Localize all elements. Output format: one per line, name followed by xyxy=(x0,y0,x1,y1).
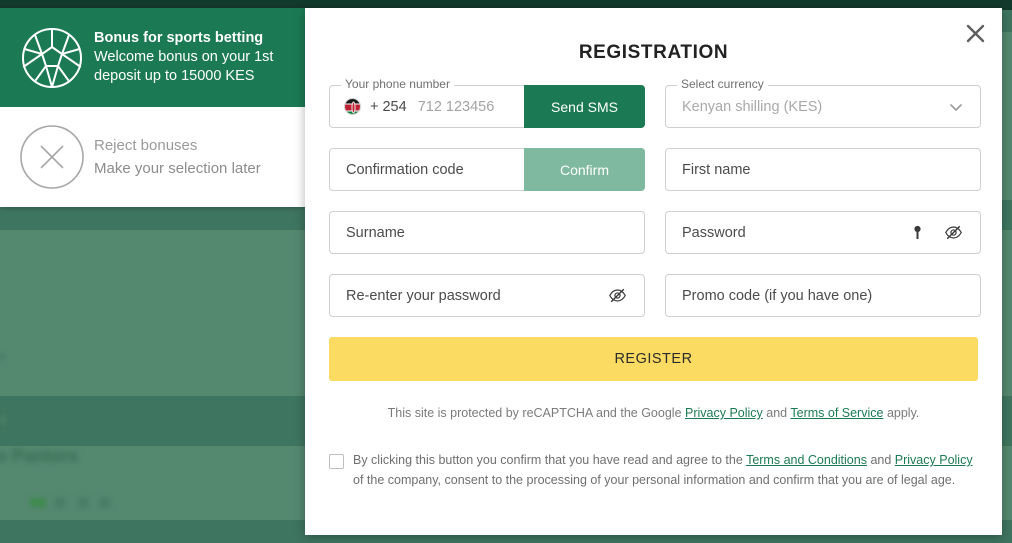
password-input[interactable]: Password xyxy=(666,225,746,241)
backdrop-chip-3 xyxy=(78,497,88,508)
backdrop-chip-5 xyxy=(0,415,6,425)
reenter-password-col: Re-enter your password xyxy=(329,274,645,317)
first-name-col: First name xyxy=(665,148,981,191)
confirmation-code-input[interactable]: Confirmation code xyxy=(330,162,464,178)
surname-field[interactable]: Surname xyxy=(329,211,645,254)
backdrop-chip-4 xyxy=(100,497,110,508)
backdrop-chip-2 xyxy=(55,497,65,508)
bonus-card: Bonus for sports betting Welcome bonus o… xyxy=(0,8,305,207)
key-icon[interactable] xyxy=(910,225,925,240)
eye-off-icon[interactable] xyxy=(608,286,627,305)
chevron-down-icon[interactable] xyxy=(948,99,980,115)
phone-field[interactable]: Your phone number + 254 712 123456 Send … xyxy=(329,78,645,128)
confirmation-code-col: Confirmation code Confirm xyxy=(329,148,645,191)
app-root: to Panters xyxy=(0,0,1012,543)
first-name-input[interactable]: First name xyxy=(666,162,751,178)
form-row-2: Confirmation code Confirm First name xyxy=(329,148,981,191)
confirmation-code-field[interactable]: Confirmation code Confirm xyxy=(329,148,645,191)
phone-label: Your phone number xyxy=(341,78,454,90)
promo-code-input[interactable]: Promo code (if you have one) xyxy=(666,288,872,304)
registration-modal: REGISTRATION Your phone number + 254 712… xyxy=(305,8,1002,535)
terms-and-conditions-link[interactable]: Terms and Conditions xyxy=(746,453,867,467)
circle-x-icon xyxy=(16,124,88,190)
bonus-sports-title: Bonus for sports betting xyxy=(94,29,264,46)
recaptcha-terms-of-service-link[interactable]: Terms of Service xyxy=(790,406,883,420)
terms-checkbox[interactable] xyxy=(329,454,344,469)
recaptcha-privacy-policy-link[interactable]: Privacy Policy xyxy=(685,406,763,420)
backdrop-chip-1 xyxy=(30,498,46,507)
bonus-reject-subtitle: Make your selection later xyxy=(94,159,261,177)
kenya-flag-icon xyxy=(344,98,361,115)
bonus-sports-subtitle-line2: deposit up to 15000 KES xyxy=(94,68,255,85)
terms-privacy-policy-link[interactable]: Privacy Policy xyxy=(895,453,973,467)
terms-text-middle: and xyxy=(866,453,895,467)
surname-col: Surname xyxy=(329,211,645,254)
recaptcha-notice: This site is protected by reCAPTCHA and … xyxy=(305,406,1002,420)
phone-input[interactable]: 712 123456 xyxy=(407,99,495,115)
terms-text-after: of the company, consent to the processin… xyxy=(353,473,956,488)
password-col: Password xyxy=(665,211,981,254)
reenter-password-input[interactable]: Re-enter your password xyxy=(330,288,501,304)
close-icon[interactable] xyxy=(960,18,990,48)
bonus-reject-title: Reject bonuses xyxy=(94,137,198,155)
backdrop-blurred-text: to Panters xyxy=(0,446,79,466)
backdrop-chip-6 xyxy=(0,352,4,362)
registration-form: Your phone number + 254 712 123456 Send … xyxy=(305,78,1002,317)
bonus-sports-text: Bonus for sports betting Welcome bonus o… xyxy=(88,29,273,86)
terms-text-before: By clicking this button you confirm that… xyxy=(353,453,747,467)
recaptcha-text-before: This site is protected by reCAPTCHA and … xyxy=(387,406,685,420)
currency-select[interactable]: Select currency Kenyan shilling (KES) xyxy=(665,78,981,128)
promo-code-col: Promo code (if you have one) xyxy=(665,274,981,317)
page-title: REGISTRATION xyxy=(578,42,729,63)
bonus-option-sports[interactable]: Bonus for sports betting Welcome bonus o… xyxy=(0,8,305,107)
terms-text: By clicking this button you confirm that… xyxy=(353,450,978,491)
bonus-reject-text: Reject bonuses Make your selection later xyxy=(88,135,261,179)
first-name-field[interactable]: First name xyxy=(665,148,981,191)
soccer-ball-icon xyxy=(16,26,88,90)
currency-value: Kenyan shilling (KES) xyxy=(682,98,823,115)
send-sms-button[interactable]: Send SMS xyxy=(524,85,645,128)
phone-field-col: Your phone number + 254 712 123456 Send … xyxy=(329,78,645,128)
phone-input-area[interactable]: + 254 712 123456 xyxy=(330,98,524,115)
register-button[interactable]: REGISTER xyxy=(329,337,978,381)
reenter-password-field-icons xyxy=(608,286,644,305)
form-row-1: Your phone number + 254 712 123456 Send … xyxy=(329,78,981,128)
bonus-sports-subtitle-line1: Welcome bonus on your 1st xyxy=(94,49,274,66)
bonus-option-reject[interactable]: Reject bonuses Make your selection later xyxy=(0,107,305,207)
reenter-password-field[interactable]: Re-enter your password xyxy=(329,274,645,317)
recaptcha-text-middle: and xyxy=(762,406,791,420)
phone-country-code: + 254 xyxy=(370,98,407,115)
confirm-button[interactable]: Confirm xyxy=(524,148,645,191)
currency-label: Select currency xyxy=(677,78,768,90)
password-field-icons xyxy=(910,223,980,242)
promo-code-field[interactable]: Promo code (if you have one) xyxy=(665,274,981,317)
recaptcha-text-after: apply. xyxy=(883,406,920,420)
terms-agreement: By clicking this button you confirm that… xyxy=(305,450,1002,491)
form-row-4: Re-enter your password Promo code (if yo… xyxy=(329,274,981,317)
password-field[interactable]: Password xyxy=(665,211,981,254)
currency-field-col: Select currency Kenyan shilling (KES) xyxy=(665,78,981,128)
confirmation-code-input-area[interactable]: Confirmation code xyxy=(330,162,524,178)
form-row-3: Surname Password xyxy=(329,211,981,254)
eye-off-icon[interactable] xyxy=(944,223,963,242)
surname-input[interactable]: Surname xyxy=(330,225,405,241)
